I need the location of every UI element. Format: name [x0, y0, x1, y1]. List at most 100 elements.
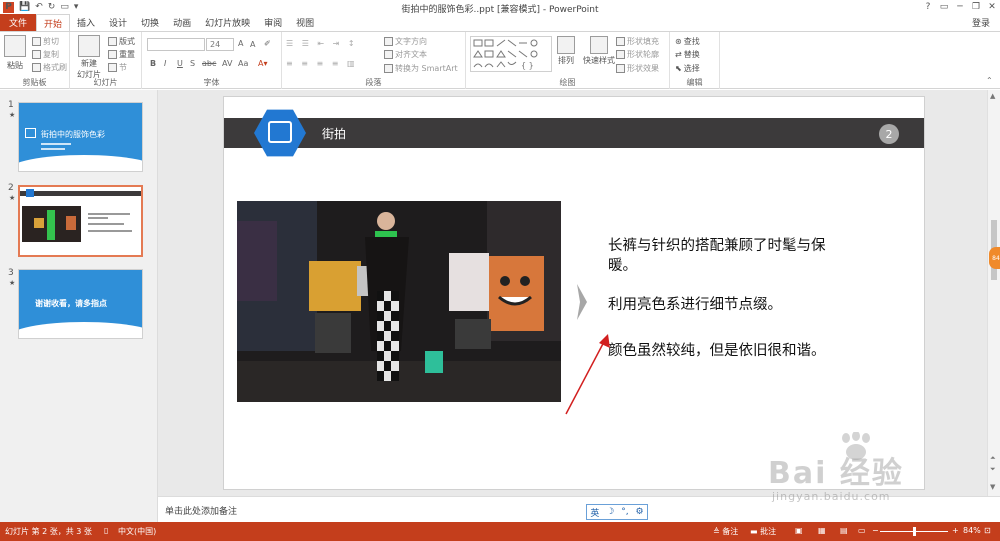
align-text-button[interactable]: 对齐文本 [384, 49, 427, 60]
text-direction-button[interactable]: 文字方向 [384, 36, 427, 47]
reading-view-icon[interactable]: ▤ [840, 526, 848, 535]
notes-button[interactable]: ≜ 备注 [713, 526, 738, 537]
reset-button[interactable]: 重置 [108, 49, 135, 60]
tab-insert[interactable]: 插入 [70, 14, 102, 31]
gear-icon[interactable]: ⚙ [635, 507, 643, 517]
list-icons[interactable]: ☰ ☰ ⇤ ⇥ ↕ [286, 39, 358, 48]
find-button[interactable]: ⊛ 查找 [675, 36, 700, 47]
font-color-icon[interactable]: A▾ [258, 59, 268, 68]
align-icons[interactable]: ≡ ≡ ≡ ≡ ▥ [286, 59, 358, 68]
tab-design[interactable]: 设计 [102, 14, 134, 31]
new-slide-button[interactable]: 新建 幻灯片 [77, 35, 101, 80]
group-font: 24 A A ✐ B I U S abc AV Aa A▾ 字体 [142, 32, 282, 89]
minimize-icon[interactable]: ─ [952, 0, 968, 14]
copy-button[interactable]: 复制 [32, 49, 59, 60]
change-case-button[interactable]: Aa [238, 59, 248, 68]
zoom-level[interactable]: 84% [963, 526, 981, 535]
slide-thumbnail-1[interactable]: 街拍中的服饰色彩 [18, 102, 143, 172]
save-icon[interactable]: 💾 [19, 2, 30, 12]
smartart-button[interactable]: 转换为 SmartArt [384, 63, 458, 74]
tab-file[interactable]: 文件 [0, 14, 36, 31]
help-icon[interactable]: ? [920, 0, 936, 14]
ime-toolbar[interactable]: 英 ☽ °, ⚙ [586, 504, 648, 520]
slide-text-line[interactable]: 长裤与针织的搭配兼顾了时髦与保 [608, 236, 826, 256]
redo-icon[interactable]: ↻ [48, 2, 56, 12]
select-button[interactable]: ⬉ 选择 [675, 63, 700, 74]
tab-home[interactable]: 开始 [36, 14, 71, 31]
paste-button[interactable]: 粘贴 [4, 35, 26, 71]
strikethrough-button[interactable]: abc [202, 59, 216, 68]
tab-view[interactable]: 视图 [289, 14, 321, 31]
customize-qat-icon[interactable]: ▾ [74, 2, 79, 12]
moon-icon[interactable]: ☽ [606, 507, 614, 517]
fit-slide-icon[interactable]: ⊡ [984, 526, 991, 535]
shape-fill-button[interactable]: 形状填充 [616, 36, 659, 47]
cut-button[interactable]: 剪切 [32, 36, 59, 47]
collapse-ribbon-icon[interactable]: ⌃ [986, 76, 993, 85]
street-photo[interactable] [237, 201, 561, 402]
ribbon-display-icon[interactable]: ▭ [936, 0, 952, 14]
shrink-font-icon[interactable]: A [250, 40, 255, 49]
thumb-title: 谢谢收看，请多指点 [35, 299, 107, 308]
bold-button[interactable]: B [150, 59, 156, 68]
slide-text-line[interactable]: 利用亮色系进行细节点缀。 [608, 295, 782, 315]
new-slide-icon [78, 35, 100, 57]
section-button[interactable]: 节 [108, 62, 127, 73]
vertical-scrollbar[interactable]: ▲ ⏶ ⏷ ▼ [987, 90, 1000, 496]
format-painter-button[interactable]: 格式刷 [32, 62, 67, 73]
login-link[interactable]: 登录 [972, 16, 990, 29]
normal-view-icon[interactable]: ▣ [795, 526, 803, 535]
tab-review[interactable]: 审阅 [257, 14, 289, 31]
reset-icon [108, 50, 117, 59]
tab-transitions[interactable]: 切换 [134, 14, 166, 31]
notes-placeholder[interactable]: 单击此处添加备注 [165, 504, 237, 517]
zoom-out-button[interactable]: − [872, 526, 879, 535]
slide-number: 1 [8, 100, 14, 110]
comments-button[interactable]: ▬ 批注 [750, 526, 776, 537]
slide-thumbnail-3[interactable]: 谢谢收看，请多指点 [18, 269, 143, 339]
tab-animations[interactable]: 动画 [166, 14, 198, 31]
prev-slide-icon[interactable]: ⏶ [990, 454, 996, 463]
zoom-in-button[interactable]: + [952, 526, 959, 535]
shadow-button[interactable]: S [190, 59, 195, 68]
slide-text-line[interactable]: 暖。 [608, 256, 637, 276]
replace-button[interactable]: ⇄ 替换 [675, 49, 700, 60]
ime-language[interactable]: 英 [590, 506, 599, 519]
zoom-slider-knob[interactable] [912, 527, 916, 536]
slide-text-line[interactable]: 颜色虽然较纯，但是依旧很和谐。 [608, 341, 826, 361]
spelling-icon[interactable]: ▯ [104, 526, 108, 535]
slide-sorter-icon[interactable]: ▦ [818, 526, 826, 535]
italic-button[interactable]: I [164, 59, 166, 68]
underline-button[interactable]: U [177, 59, 183, 68]
shapes-gallery[interactable]: { } [470, 36, 552, 72]
slide-thumbnail-2[interactable] [18, 185, 143, 257]
layout-button[interactable]: 版式 [108, 36, 135, 47]
quick-styles-button[interactable]: 快速样式 [583, 36, 615, 66]
slide-header-title[interactable]: 街拍 [322, 125, 346, 142]
start-slideshow-icon[interactable]: ▭ [60, 2, 69, 12]
shape-outline-button[interactable]: 形状轮廓 [616, 49, 659, 60]
scroll-up-icon[interactable]: ▲ [990, 92, 995, 100]
restore-icon[interactable]: ❐ [968, 0, 984, 14]
language-indicator[interactable]: 中文(中国) [118, 526, 156, 537]
side-badge[interactable]: 84 [989, 247, 1000, 269]
group-clipboard: 粘贴 剪切 复制 格式刷 剪贴板 [0, 32, 70, 89]
current-slide[interactable]: 街拍 2 长裤与针织的搭配兼顾了时髦与保 暖。 利用亮色系进行细节点缀。 颜色虽… [223, 96, 925, 490]
thumb-text-line [88, 230, 132, 232]
next-slide-icon[interactable]: ⏷ [990, 465, 996, 474]
brush-icon [32, 63, 41, 72]
clear-format-icon[interactable]: ✐ [264, 39, 271, 48]
punctuation-icon[interactable]: °, [621, 507, 628, 517]
font-size-box[interactable]: 24 [206, 38, 234, 51]
slideshow-view-icon[interactable]: ▭ [858, 526, 866, 535]
shape-effects-button[interactable]: 形状效果 [616, 63, 659, 74]
close-icon[interactable]: ✕ [984, 0, 1000, 14]
scroll-down-icon[interactable]: ▼ [990, 483, 995, 491]
zoom-slider[interactable] [880, 527, 948, 536]
tab-slideshow[interactable]: 幻灯片放映 [198, 14, 257, 31]
char-spacing-button[interactable]: AV [222, 59, 232, 68]
grow-font-icon[interactable]: A [238, 39, 243, 48]
undo-icon[interactable]: ↶ [35, 2, 43, 12]
arrange-button[interactable]: 排列 [557, 36, 575, 66]
font-name-box[interactable] [147, 38, 205, 51]
